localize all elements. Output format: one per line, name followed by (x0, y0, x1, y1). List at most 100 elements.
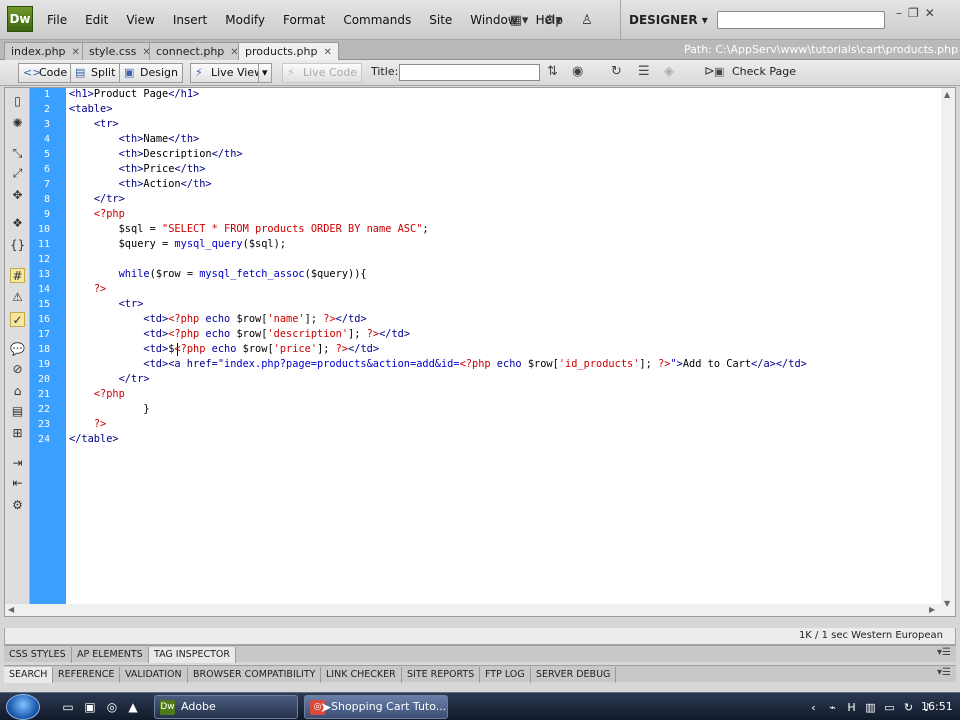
move-css-icon[interactable]: ⊞ (10, 426, 25, 441)
open-documents-icon[interactable]: ▯ (10, 94, 25, 109)
line-numbers-icon[interactable]: # (10, 268, 25, 283)
recent-snippets-icon[interactable]: ▤ (10, 404, 25, 419)
gear-icon[interactable]: ⚙▾ (539, 10, 567, 30)
code-line: ?> (69, 282, 106, 297)
tab-connect-php[interactable]: connect.php ✕ (149, 42, 246, 60)
show-hidden-icon[interactable]: ‹ (806, 700, 821, 715)
start-button[interactable] (6, 694, 40, 720)
app-tray-icon[interactable]: H (844, 700, 859, 715)
remove-comment-icon[interactable]: ⊘ (10, 362, 25, 377)
panel-tab-ap-elements[interactable]: AP ELEMENTS (72, 647, 149, 663)
chart-tray-icon[interactable]: ▥ (863, 700, 878, 715)
balance-braces-icon[interactable]: {} (10, 238, 25, 253)
outdent-code-icon[interactable]: ⇤ (10, 476, 25, 491)
tab-style-css[interactable]: style.css ✕ (82, 42, 158, 60)
live-view-dropdown[interactable]: ▾ (258, 63, 272, 83)
show-code-navigator-icon[interactable]: ✺ (10, 116, 25, 131)
code-token: <?php (174, 343, 206, 355)
syntax-error-icon[interactable]: ✓ (10, 312, 25, 327)
search-input[interactable] (717, 11, 885, 29)
code-token: ]; (304, 313, 324, 325)
format-source-icon[interactable]: ⚙ (10, 498, 25, 513)
menu-commands[interactable]: Commands (334, 0, 420, 40)
panel-tab-tag-inspector[interactable]: TAG INSPECTOR (149, 647, 236, 663)
panel-tab-reference[interactable]: REFERENCE (53, 667, 121, 683)
sync-icon[interactable]: ↻ (901, 700, 916, 715)
visual-aids-icon[interactable]: ◈ (664, 64, 674, 79)
scroll-left-icon[interactable]: ◀ (8, 605, 14, 614)
collapse-selection-icon[interactable]: ⤢ (10, 166, 25, 181)
code-view-button[interactable]: <> Code (18, 63, 73, 83)
close-icon[interactable]: ✕ (323, 47, 331, 58)
code-editor[interactable]: <h1>Product Page</h1> <table> <tr> <th>Na… (69, 88, 939, 616)
panel-tab-site-reports[interactable]: SITE REPORTS (402, 667, 481, 683)
menu-format[interactable]: Format (274, 0, 334, 40)
status-bar: 1K / 1 sec Western European (4, 628, 956, 645)
close-icon[interactable]: ✕ (925, 6, 935, 20)
highlight-invalid-icon[interactable]: ⚠ (10, 290, 25, 305)
monitor-icon[interactable]: ▭ (882, 700, 897, 715)
menu-edit[interactable]: Edit (76, 0, 117, 40)
panel-tab-browser-compatibility[interactable]: BROWSER COMPATIBILITY (188, 667, 322, 683)
menu-insert[interactable]: Insert (164, 0, 216, 40)
panel-tab-ftp-log[interactable]: FTP LOG (480, 667, 531, 683)
code-token: <h1> (69, 88, 94, 100)
vertical-scrollbar[interactable]: ▲ ▼ (941, 88, 955, 616)
show-desktop-icon[interactable]: ▭ (60, 699, 76, 715)
chrome-icon[interactable]: ◎ (104, 699, 120, 715)
indent-code-icon[interactable]: ⇥ (10, 456, 25, 471)
scroll-down-icon[interactable]: ▼ (944, 599, 950, 608)
scroll-right-icon[interactable]: ▶ (929, 605, 935, 614)
network-icon[interactable]: ⌁ (825, 700, 840, 715)
results-options-icon[interactable]: ▾☰ (937, 667, 951, 678)
live-code-button[interactable]: ⚡ Live Code (282, 63, 363, 83)
split-view-button[interactable]: ▤ Split (70, 63, 121, 83)
horizontal-scrollbar[interactable]: ◀ ▶ (5, 604, 941, 616)
code-token: mysql_fetch_assoc (199, 268, 305, 280)
panel-tab-server-debug[interactable]: SERVER DEBUG (531, 667, 617, 683)
workspace-switcher[interactable]: DESIGNER ▾ (620, 0, 708, 40)
code-token: <?php (93, 208, 125, 220)
panel-options-icon[interactable]: ▾☰ (937, 647, 951, 658)
code-label: Code (39, 66, 68, 79)
menu-file[interactable]: File (38, 0, 76, 40)
code-token: </tr> (118, 373, 150, 385)
select-parent-tag-icon[interactable]: ❖ (10, 216, 25, 231)
menu-modify[interactable]: Modify (216, 0, 274, 40)
panel-tab-search[interactable]: SEARCH (4, 667, 54, 683)
panel-tab-css-styles[interactable]: CSS STYLES (4, 647, 72, 663)
design-view-button[interactable]: ▣ Design (119, 63, 183, 83)
tab-index-php[interactable]: index.php ✕ (4, 42, 87, 60)
layout-icon[interactable]: ▦▾ (505, 10, 533, 30)
vlc-icon[interactable]: ▲ (125, 699, 141, 715)
tab-products-php[interactable]: products.php ✕ (238, 42, 339, 60)
panel-tab-validation[interactable]: VALIDATION (120, 667, 188, 683)
panel-tab-link-checker[interactable]: LINK CHECKER (321, 667, 402, 683)
apply-comment-icon[interactable]: 💬 (10, 342, 25, 357)
view-options-icon[interactable]: ☰ (638, 64, 650, 79)
switch-windows-icon[interactable]: ▣ (82, 699, 98, 715)
title-input[interactable] (399, 64, 540, 81)
collapse-tag-icon[interactable]: ⤡ (10, 146, 25, 161)
live-view-label: Live View (211, 66, 264, 79)
restore-icon[interactable]: ❐ (908, 6, 919, 20)
live-view-button[interactable]: ⚡ Live View (190, 63, 269, 83)
wrap-tag-icon[interactable]: ⌂ (10, 384, 25, 399)
file-management-icon[interactable]: ⇅ (547, 64, 558, 79)
menu-view[interactable]: View (117, 0, 163, 40)
check-page-button[interactable]: Check Page (732, 65, 796, 78)
code-line: <td><?php echo $row['description']; ?></… (69, 327, 410, 342)
refresh-icon[interactable]: ↻ (611, 64, 622, 79)
coding-toolbar: ▯ ✺ ⤡ ⤢ ✥ ❖ {} # ⚠ ✓ 💬 ⊘ ⌂ ▤ ⊞ ⇥ ⇤ ⚙ (5, 88, 30, 616)
expand-all-icon[interactable]: ✥ (10, 188, 25, 203)
preview-browser-icon[interactable]: ◉ (572, 64, 583, 79)
scroll-up-icon[interactable]: ▲ (944, 90, 950, 99)
close-icon[interactable]: ✕ (72, 47, 80, 58)
taskbar-item[interactable]: Dw Adobe Dreamweave... (154, 695, 298, 719)
menu-site[interactable]: Site (420, 0, 461, 40)
minimize-icon[interactable]: – (896, 6, 902, 20)
code-token: Name (143, 133, 169, 145)
sitemap-icon[interactable]: ♙ (573, 10, 601, 30)
